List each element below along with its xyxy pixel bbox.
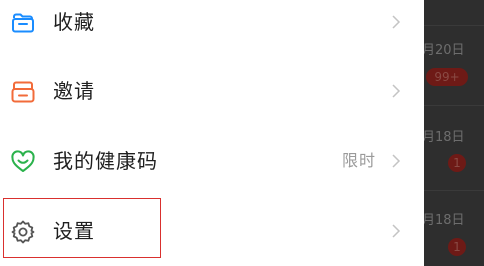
chevron-right-icon bbox=[389, 221, 403, 241]
menu-item-label: 收藏 bbox=[53, 10, 95, 34]
divider bbox=[424, 105, 484, 106]
unread-badge: 1 bbox=[448, 154, 466, 172]
divider bbox=[424, 190, 484, 191]
chevron-right-icon bbox=[389, 81, 403, 101]
background-chat-list: 月20日 99+ 月18日 1 月18日 1 bbox=[424, 0, 484, 266]
menu-item-label: 邀请 bbox=[53, 79, 95, 103]
menu-item-health-code[interactable]: 我的健康码 限时 bbox=[0, 131, 424, 191]
chevron-right-icon bbox=[389, 12, 403, 32]
settings-highlight-annotation bbox=[3, 198, 161, 258]
health-code-heart-icon bbox=[10, 149, 36, 175]
invite-card-icon bbox=[10, 79, 36, 105]
side-drawer: 收藏 邀请 我的健康码 限时 设置 bbox=[0, 0, 424, 266]
menu-item-favorites[interactable]: 收藏 bbox=[0, 0, 424, 52]
menu-item-label: 我的健康码 bbox=[53, 149, 158, 173]
unread-badge: 99+ bbox=[426, 68, 468, 86]
menu-item-invite[interactable]: 邀请 bbox=[0, 61, 424, 121]
chat-date: 月18日 bbox=[424, 213, 465, 228]
chat-date: 月20日 bbox=[424, 43, 465, 58]
chat-date: 月18日 bbox=[424, 130, 465, 145]
limited-time-tag: 限时 bbox=[341, 151, 376, 170]
divider bbox=[424, 25, 484, 26]
unread-badge: 1 bbox=[448, 238, 466, 256]
chevron-right-icon bbox=[389, 151, 403, 171]
folder-icon bbox=[10, 10, 36, 36]
